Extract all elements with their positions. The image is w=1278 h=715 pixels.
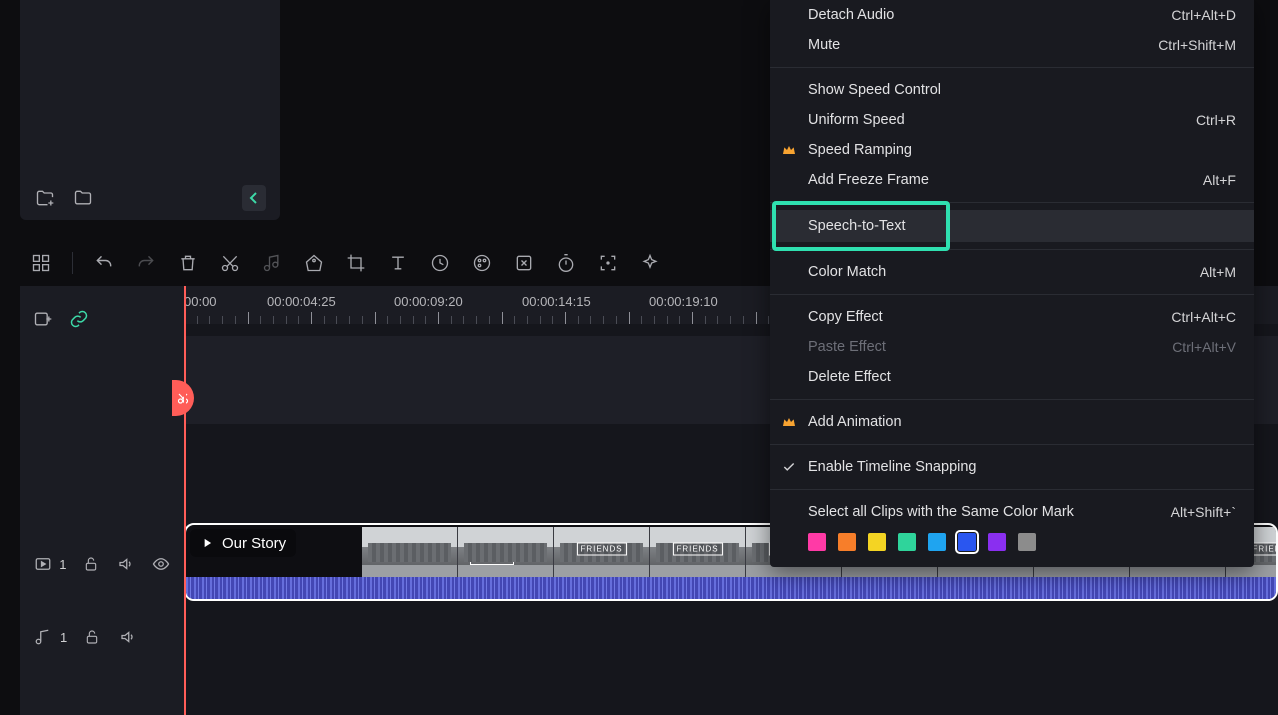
menu-shortcut: Alt+F — [1203, 172, 1236, 188]
new-folder-icon[interactable] — [34, 187, 56, 209]
menu-shortcut: Ctrl+R — [1196, 112, 1236, 128]
tag-icon[interactable] — [303, 252, 325, 274]
track-header: 1 1 — [20, 286, 184, 715]
menu-label: Uniform Speed — [808, 112, 905, 128]
divider — [770, 399, 1254, 400]
color-swatch[interactable] — [1018, 533, 1036, 551]
volume-icon[interactable] — [117, 626, 139, 648]
divider — [770, 489, 1254, 490]
menu-detach-audio[interactable]: Detach Audio Ctrl+Alt+D — [770, 0, 1254, 30]
audio-waveform — [186, 577, 1276, 599]
menu-add-freeze-frame[interactable]: Add Freeze Frame Alt+F — [770, 165, 1254, 195]
menu-label: Delete Effect — [808, 369, 891, 385]
volume-icon[interactable] — [116, 553, 137, 575]
video-track-icon — [32, 553, 53, 575]
audio-track-icon — [32, 626, 54, 648]
menu-label: Select all Clips with the Same Color Mar… — [808, 504, 1074, 520]
menu-mute[interactable]: Mute Ctrl+Shift+M — [770, 30, 1254, 60]
context-menu: Detach Audio Ctrl+Alt+D Mute Ctrl+Shift+… — [770, 0, 1254, 567]
collapse-panel-button[interactable] — [242, 185, 266, 211]
color-swatch[interactable] — [808, 533, 826, 551]
media-panel — [20, 0, 280, 220]
color-swatch[interactable] — [988, 533, 1006, 551]
crown-icon — [780, 413, 798, 431]
divider — [770, 67, 1254, 68]
ruler-label: 00:00:14:15 — [522, 294, 591, 309]
sparkle-icon[interactable] — [639, 252, 661, 274]
menu-label: Copy Effect — [808, 309, 883, 325]
check-icon — [780, 458, 798, 476]
color-swatch[interactable] — [958, 533, 976, 551]
focus-icon[interactable] — [597, 252, 619, 274]
audio-track-count: 1 — [60, 630, 67, 645]
menu-shortcut: Ctrl+Alt+V — [1172, 339, 1236, 355]
menu-label: Add Animation — [808, 414, 902, 430]
ruler-label: 00:00:04:25 — [267, 294, 336, 309]
clip-title-bar: Our Story — [190, 529, 296, 557]
menu-color-match[interactable]: Color Match Alt+M — [770, 257, 1254, 287]
link-icon[interactable] — [68, 308, 90, 330]
cut-icon[interactable] — [219, 252, 241, 274]
stopwatch-icon[interactable] — [555, 252, 577, 274]
divider — [770, 249, 1254, 250]
menu-copy-effect[interactable]: Copy Effect Ctrl+Alt+C — [770, 302, 1254, 332]
menu-label: Speech-to-Text — [808, 218, 906, 234]
lock-icon[interactable] — [81, 626, 103, 648]
add-track-icon[interactable] — [32, 308, 54, 330]
menu-shortcut: Ctrl+Alt+C — [1171, 309, 1236, 325]
menu-label: Color Match — [808, 264, 886, 280]
menu-label: Paste Effect — [808, 339, 886, 355]
menu-label: Mute — [808, 37, 840, 53]
color-icon[interactable] — [471, 252, 493, 274]
menu-delete-effect[interactable]: Delete Effect — [770, 362, 1254, 392]
layout-icon[interactable] — [30, 252, 52, 274]
menu-paste-effect: Paste Effect Ctrl+Alt+V — [770, 332, 1254, 362]
clip-title: Our Story — [222, 535, 286, 552]
eye-icon[interactable] — [151, 553, 172, 575]
color-swatch[interactable] — [928, 533, 946, 551]
delete-icon[interactable] — [177, 252, 199, 274]
menu-shortcut: Alt+Shift+` — [1171, 504, 1236, 520]
divider — [770, 202, 1254, 203]
separator — [72, 252, 73, 274]
crown-icon — [780, 141, 798, 159]
menu-shortcut: Alt+M — [1200, 264, 1236, 280]
color-swatch[interactable] — [868, 533, 886, 551]
menu-shortcut: Ctrl+Shift+M — [1158, 37, 1236, 53]
menu-uniform-speed[interactable]: Uniform Speed Ctrl+R — [770, 105, 1254, 135]
audio-note-icon[interactable] — [261, 252, 283, 274]
ruler-label: 00:00:19:10 — [649, 294, 718, 309]
menu-add-animation[interactable]: Add Animation — [770, 407, 1254, 437]
chromakey-icon[interactable] — [513, 252, 535, 274]
lock-icon[interactable] — [80, 553, 101, 575]
menu-label: Detach Audio — [808, 7, 894, 23]
ruler-label: 00:00:09:20 — [394, 294, 463, 309]
menu-select-same-color[interactable]: Select all Clips with the Same Color Mar… — [770, 497, 1254, 527]
media-panel-footer — [20, 176, 280, 220]
video-track-count: 1 — [59, 557, 66, 572]
divider — [770, 444, 1254, 445]
menu-speech-to-text[interactable]: Speech-to-Text — [770, 210, 1254, 242]
menu-label: Add Freeze Frame — [808, 172, 929, 188]
divider — [770, 294, 1254, 295]
crop-icon[interactable] — [345, 252, 367, 274]
undo-icon[interactable] — [93, 252, 115, 274]
playhead[interactable] — [184, 286, 186, 715]
folder-icon[interactable] — [72, 187, 94, 209]
menu-label: Speed Ramping — [808, 142, 912, 158]
color-swatch[interactable] — [838, 533, 856, 551]
color-swatches — [770, 527, 1254, 557]
menu-speed-ramping[interactable]: Speed Ramping — [770, 135, 1254, 165]
menu-label: Show Speed Control — [808, 82, 941, 98]
menu-show-speed-control[interactable]: Show Speed Control — [770, 75, 1254, 105]
ruler-label: 00:00 — [184, 294, 217, 309]
menu-label: Enable Timeline Snapping — [808, 459, 976, 475]
speed-icon[interactable] — [429, 252, 451, 274]
color-swatch[interactable] — [898, 533, 916, 551]
menu-enable-snapping[interactable]: Enable Timeline Snapping — [770, 452, 1254, 482]
menu-shortcut: Ctrl+Alt+D — [1171, 7, 1236, 23]
redo-icon[interactable] — [135, 252, 157, 274]
text-icon[interactable] — [387, 252, 409, 274]
